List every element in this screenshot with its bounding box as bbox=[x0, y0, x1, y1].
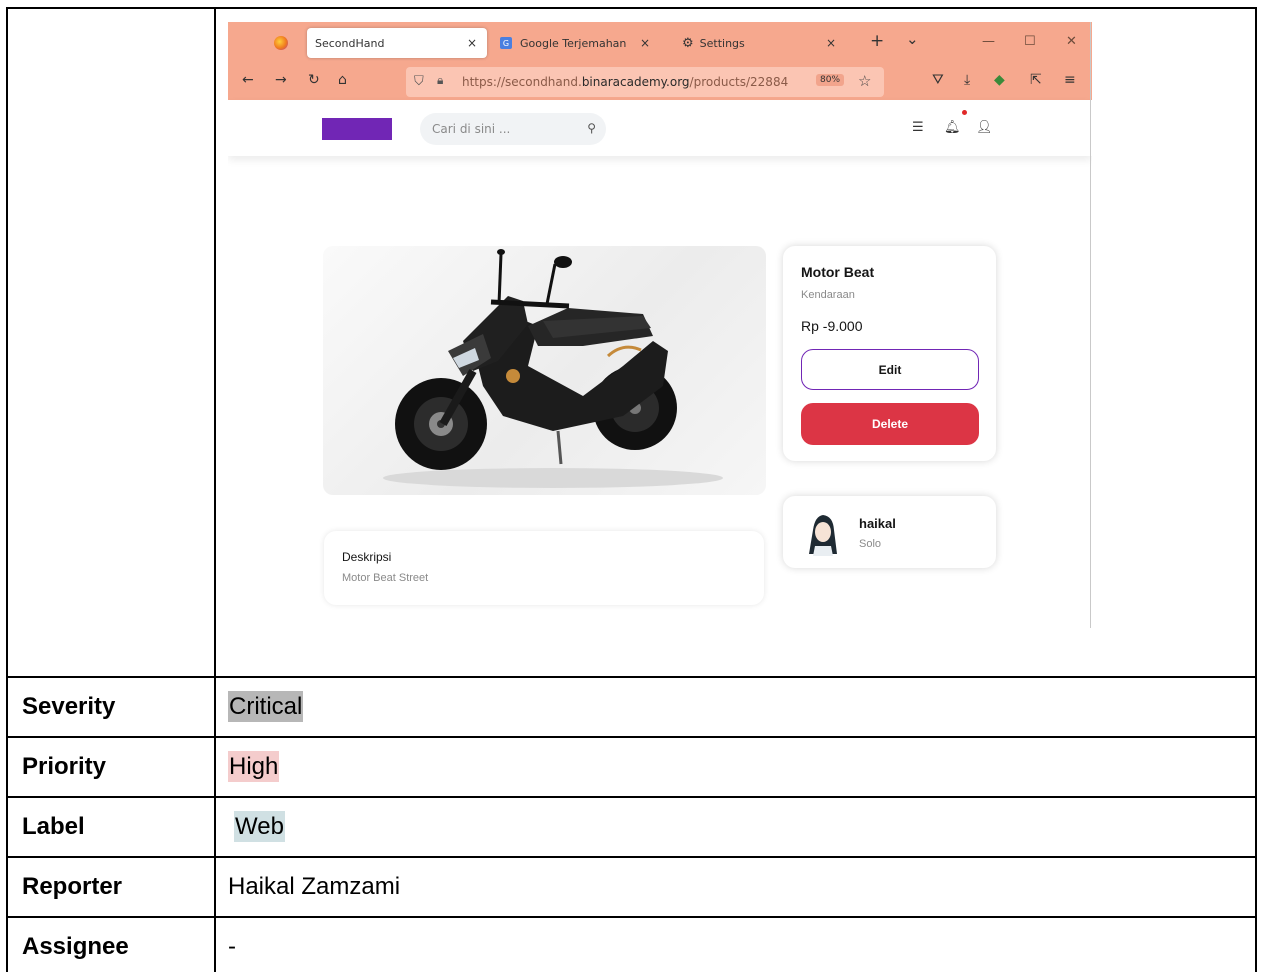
url-prefix: https://secondhand. bbox=[462, 75, 582, 89]
new-tab-button[interactable]: + bbox=[870, 31, 884, 51]
table-border-top bbox=[6, 7, 1257, 9]
seller-city: Solo bbox=[859, 538, 882, 550]
bell-icon[interactable]: 🔔︎ bbox=[944, 120, 961, 135]
tab-list-button[interactable]: ⌄ bbox=[906, 30, 919, 48]
lock-icon: 🔒︎ bbox=[437, 73, 444, 87]
site-header: Cari di sini ... ⚲ ☰ 🔔︎ 👤︎ bbox=[228, 100, 1092, 156]
minimize-button[interactable]: — bbox=[982, 34, 995, 49]
user-icon[interactable]: 👤︎ bbox=[976, 120, 993, 135]
menu-icon[interactable]: ≡ bbox=[1064, 72, 1076, 88]
url-domain: binaracademy.org bbox=[581, 75, 690, 89]
edit-button[interactable]: Edit bbox=[801, 349, 979, 390]
tab-title: Settings bbox=[699, 36, 745, 50]
table-row-divider bbox=[6, 916, 1257, 918]
product-info-card: Motor Beat Kendaraan Rp -9.000 Edit Dele… bbox=[783, 246, 996, 461]
severity-badge: Critical bbox=[228, 691, 304, 722]
zoom-badge[interactable]: 80% bbox=[816, 74, 845, 86]
screenshot-edge bbox=[1090, 22, 1091, 628]
product-image bbox=[323, 246, 766, 495]
severity-label: Severity bbox=[22, 693, 116, 720]
table-row-divider bbox=[6, 856, 1257, 858]
description-text: Motor Beat Street bbox=[342, 572, 429, 584]
download-icon[interactable]: ⤓ bbox=[964, 72, 970, 88]
bookmark-star-icon[interactable]: ☆ bbox=[858, 72, 871, 90]
browser-tab-bar: SecondHand × G Google Terjemahan × ⚙ Set… bbox=[228, 22, 1092, 64]
tab-title: Google Terjemahan bbox=[520, 36, 627, 50]
maximize-button[interactable]: ☐ bbox=[1024, 34, 1036, 49]
brand-logo[interactable] bbox=[322, 118, 392, 140]
label-badge: Web bbox=[234, 811, 285, 842]
description-card: Deskripsi Motor Beat Street bbox=[324, 531, 764, 605]
forward-icon[interactable]: → bbox=[275, 72, 287, 88]
url-bar[interactable]: ⛉ 🔒︎ https://secondhand.binaracademy.org… bbox=[406, 67, 884, 97]
product-name: Motor Beat bbox=[801, 264, 875, 280]
scooter-illustration bbox=[383, 249, 723, 488]
assignee-label: Assignee bbox=[22, 933, 129, 960]
close-icon[interactable]: × bbox=[826, 36, 836, 50]
close-icon[interactable]: × bbox=[640, 36, 650, 50]
gear-icon: ⚙ bbox=[682, 35, 694, 51]
search-input[interactable]: Cari di sini ... ⚲ bbox=[420, 113, 606, 145]
firefox-logo-icon bbox=[274, 36, 288, 50]
delete-button[interactable]: Delete bbox=[801, 403, 979, 445]
priority-label: Priority bbox=[22, 753, 107, 780]
severity-value: Critical bbox=[228, 691, 304, 722]
home-icon[interactable]: ⌂ bbox=[338, 72, 347, 88]
reporter-label: Reporter bbox=[22, 873, 123, 900]
priority-value: High bbox=[228, 751, 280, 782]
label-value: Web bbox=[234, 811, 285, 842]
tab-secondhand[interactable]: SecondHand × bbox=[307, 28, 487, 58]
list-icon[interactable]: ☰ bbox=[912, 120, 924, 135]
url-path: /products/22884 bbox=[689, 75, 789, 89]
extension-icon[interactable]: ◆ bbox=[994, 72, 1005, 88]
tab-settings[interactable]: ⚙ Settings × bbox=[680, 28, 880, 58]
pocket-icon[interactable]: ⛛ bbox=[932, 72, 944, 88]
browser-nav-bar: ← → ↻ ⌂ ⛉ 🔒︎ https://secondhand.binaraca… bbox=[228, 64, 1092, 100]
product-category: Kendaraan bbox=[801, 289, 855, 301]
product-price: Rp -9.000 bbox=[801, 318, 863, 334]
table-row-divider bbox=[6, 796, 1257, 798]
table-border-right bbox=[1255, 7, 1257, 972]
assignee-value: - bbox=[228, 933, 236, 960]
priority-badge: High bbox=[228, 751, 280, 782]
tab-title: SecondHand bbox=[315, 36, 385, 50]
notification-dot bbox=[962, 110, 967, 115]
tab-google-terjemahan[interactable]: G Google Terjemahan × bbox=[496, 28, 666, 58]
screenshot-evidence: SecondHand × G Google Terjemahan × ⚙ Set… bbox=[228, 22, 1092, 628]
seller-name: haikal bbox=[859, 516, 896, 531]
share-icon[interactable]: ⇱ bbox=[1030, 72, 1042, 88]
seller-card: haikal Solo bbox=[783, 496, 996, 568]
description-title: Deskripsi bbox=[342, 550, 392, 564]
avatar bbox=[809, 515, 837, 556]
shield-icon: ⛉ bbox=[414, 73, 424, 88]
label-label: Label bbox=[22, 813, 85, 840]
reload-icon[interactable]: ↻ bbox=[308, 72, 320, 88]
reporter-value: Haikal Zamzami bbox=[228, 873, 401, 900]
table-border-left bbox=[6, 7, 8, 972]
table-row-divider bbox=[6, 736, 1257, 738]
back-icon[interactable]: ← bbox=[242, 72, 254, 88]
search-placeholder: Cari di sini ... bbox=[432, 122, 511, 136]
table-column-divider bbox=[214, 7, 216, 972]
window-close-button[interactable]: ✕ bbox=[1066, 34, 1077, 49]
close-icon[interactable]: × bbox=[467, 36, 477, 50]
translate-icon: G bbox=[500, 37, 512, 49]
search-icon[interactable]: ⚲ bbox=[587, 121, 596, 135]
url-text: https://secondhand.binaracademy.org/prod… bbox=[462, 75, 788, 89]
table-row-divider bbox=[6, 676, 1257, 678]
